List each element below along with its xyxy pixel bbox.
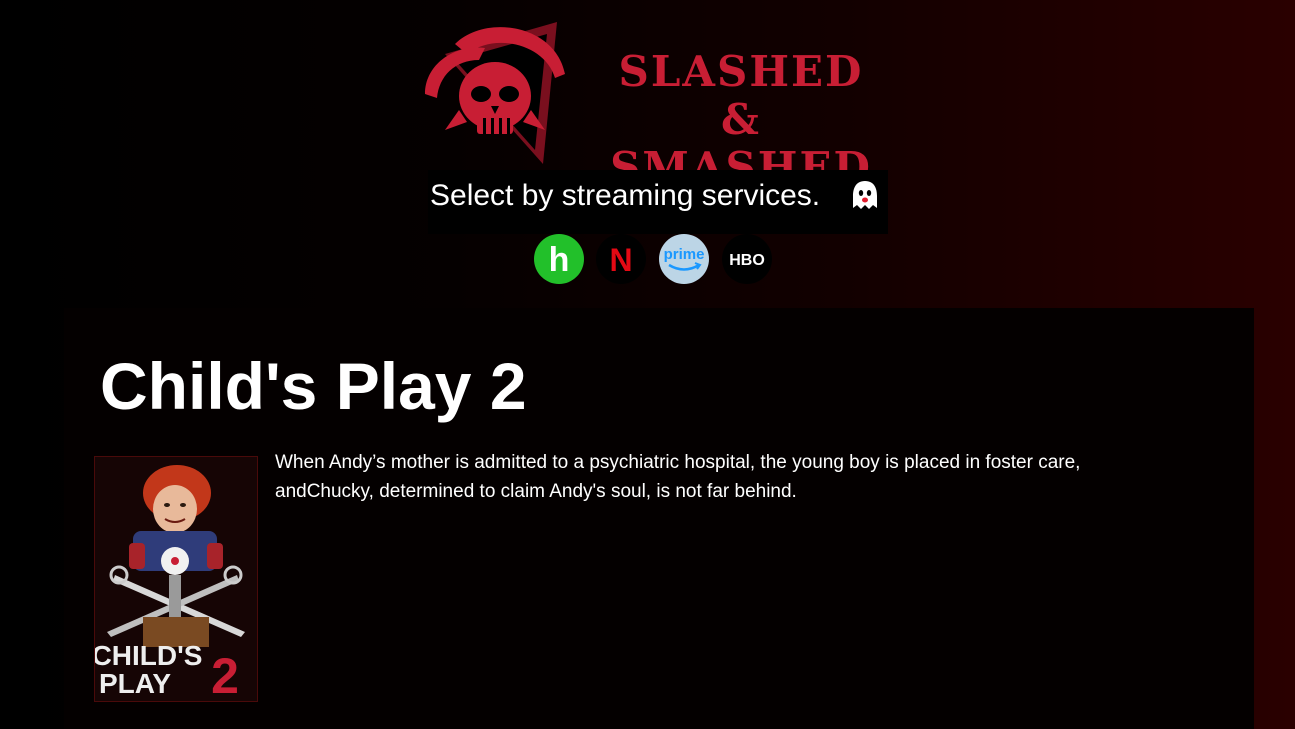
netflix-label: N <box>609 242 632 278</box>
hulu-label: h <box>549 241 570 279</box>
skull-reaper-icon <box>425 22 565 164</box>
movie-poster: CHILD'S PLAY 2 <box>94 456 258 702</box>
streaming-filter-prompt: Select by streaming services. <box>428 170 888 234</box>
hulu-icon: h <box>549 241 570 279</box>
netflix-button[interactable]: N <box>596 234 646 284</box>
site-header: SLASHED & SMASHED Select by streaming se… <box>0 0 1295 300</box>
streaming-services-list: h N prime HBO <box>534 234 774 286</box>
streaming-filter-label: Select by streaming services. <box>430 179 821 212</box>
hbo-label: HBO <box>729 252 765 269</box>
poster-number: 2 <box>211 648 239 701</box>
site-logo[interactable]: SLASHED & SMASHED <box>415 14 885 192</box>
site-name-line1: SLASHED & <box>618 47 864 144</box>
movie-description: When Andy’s mother is admitted to a psyc… <box>275 452 1081 502</box>
hulu-button[interactable]: h <box>534 234 584 284</box>
poster-title-line2: PLAY <box>99 668 171 699</box>
movie-title: Child's Play 2 <box>100 349 527 423</box>
prime-video-button[interactable]: prime <box>659 234 709 284</box>
movie-card: Child's Play 2 CHILD'S PLAY 2 When Andy’… <box>64 308 1254 729</box>
ghost-icon <box>853 181 877 209</box>
netflix-icon: N <box>609 242 632 278</box>
prime-video-icon: prime <box>664 246 705 271</box>
poster-title-line1: CHILD'S <box>95 640 202 671</box>
prime-label: prime <box>664 246 705 263</box>
hbo-icon: HBO <box>729 252 765 269</box>
hbo-button[interactable]: HBO <box>722 234 772 284</box>
poster-image: CHILD'S PLAY 2 <box>95 457 257 701</box>
